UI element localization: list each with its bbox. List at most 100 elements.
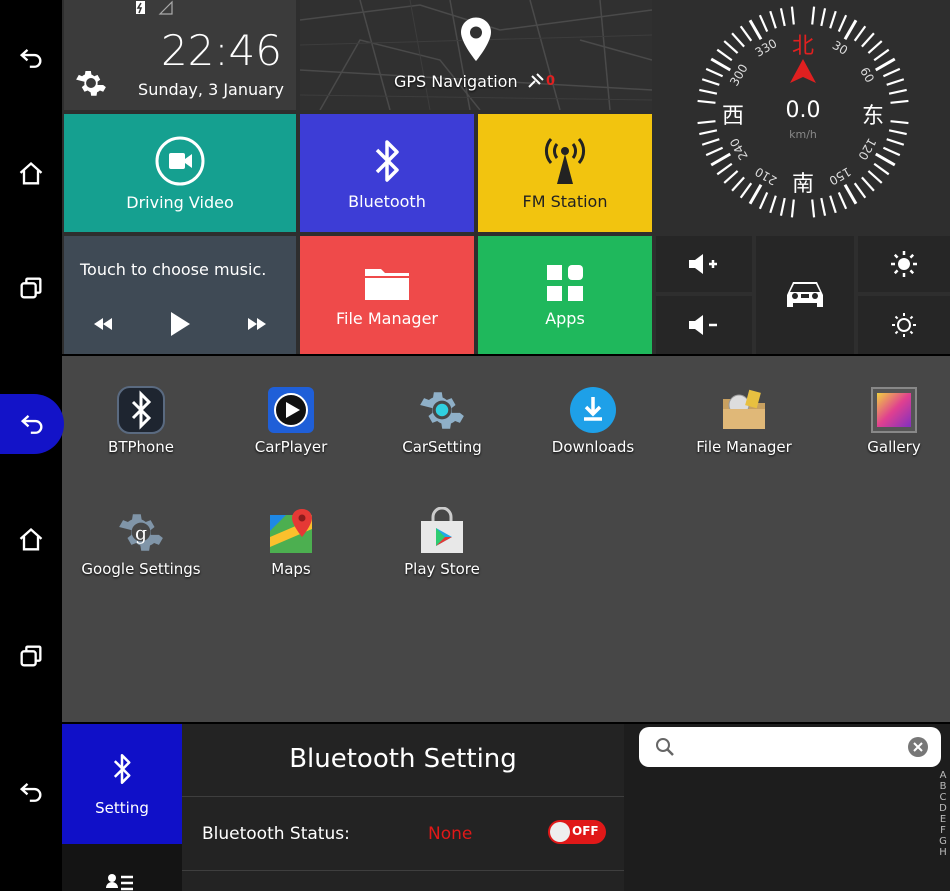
file-manager-icon [718, 384, 770, 436]
radio-tower-icon [544, 137, 586, 184]
compass-tick [811, 6, 816, 25]
volume-down-button[interactable] [656, 296, 752, 354]
compass-degree-label: 150 [827, 164, 854, 188]
alphabet-letter[interactable]: D [938, 803, 948, 814]
app-google-settings[interactable]: g Google Settings [81, 506, 201, 578]
alphabet-letter[interactable]: A [938, 770, 948, 781]
alphabet-letter[interactable]: B [938, 781, 948, 792]
compass-tick [710, 152, 732, 167]
volume-up-button[interactable] [656, 236, 752, 292]
compass-degree-label: 300 [727, 62, 751, 89]
compass-tick [739, 182, 753, 199]
svg-text:g: g [135, 523, 147, 544]
app-carsetting[interactable]: CarSetting [382, 384, 502, 456]
app-label: Gallery [867, 438, 921, 456]
compass-tick [790, 6, 795, 25]
bt-setting-tab[interactable]: Setting [62, 724, 182, 844]
compass-tick [716, 48, 733, 62]
app-carplayer[interactable]: CarPlayer [231, 384, 351, 456]
volume-up-icon [689, 254, 717, 274]
back-button[interactable] [0, 394, 64, 454]
speed-unit: km/h [789, 128, 817, 141]
compass-tick [829, 10, 837, 29]
compass-degree-label: 210 [753, 164, 780, 188]
back-button[interactable] [0, 762, 62, 822]
file-manager-tile[interactable]: File Manager [300, 236, 474, 354]
compass-tick [882, 67, 901, 78]
contacts-list-icon[interactable] [106, 872, 134, 891]
app-label: CarPlayer [254, 438, 328, 456]
location-pin-icon [461, 17, 491, 61]
app-gallery[interactable]: Gallery [834, 384, 950, 456]
alphabet-letter[interactable]: G [938, 836, 948, 847]
fm-station-label: FM Station [522, 191, 608, 211]
compass-tick [769, 195, 777, 214]
download-icon [567, 384, 619, 436]
compass-degree-label: 330 [753, 36, 780, 60]
compass-tick [820, 8, 827, 27]
previous-track-icon[interactable] [92, 316, 114, 332]
back-button[interactable] [0, 28, 62, 88]
driving-video-tile[interactable]: Driving Video [64, 114, 296, 232]
compass-tick [716, 162, 733, 176]
bluetooth-tile[interactable]: Bluetooth [300, 114, 474, 232]
compass-tick [731, 176, 745, 192]
bluetooth-icon [113, 754, 131, 784]
gps-navigation-tile[interactable]: GPS Navigation 0 [300, 0, 652, 110]
nav-bar [0, 724, 62, 891]
bt-toggle[interactable]: OFF [548, 820, 606, 844]
app-play-store[interactable]: Play Store [382, 506, 502, 578]
next-track-icon[interactable] [246, 316, 268, 332]
satellite-icon [528, 73, 544, 88]
alphabet-letter[interactable]: H [938, 847, 948, 858]
app-file-manager[interactable]: File Manager [684, 384, 804, 456]
home-button[interactable] [0, 144, 62, 204]
compass-tick [758, 191, 769, 210]
compass-west: 西 [721, 104, 744, 129]
fm-station-tile[interactable]: FM Station [478, 114, 652, 232]
play-icon[interactable] [168, 310, 192, 338]
compass-tick [820, 197, 827, 216]
bluetooth-icon [375, 139, 399, 182]
home-button[interactable] [0, 510, 62, 570]
app-downloads[interactable]: Downloads [533, 384, 653, 456]
home-icon [19, 527, 43, 551]
car-mode-button[interactable] [756, 236, 854, 354]
compass-tick [699, 88, 718, 95]
recent-apps-button[interactable] [0, 258, 62, 318]
clear-search-icon[interactable] [907, 736, 929, 758]
bluetooth-label: Bluetooth [348, 191, 426, 211]
recent-apps-button[interactable] [0, 626, 62, 686]
compass-tick [779, 8, 786, 27]
alphabet-index[interactable]: ABCDEFGH [938, 770, 948, 858]
alphabet-letter[interactable]: C [938, 792, 948, 803]
alphabet-letter[interactable]: E [938, 814, 948, 825]
divider [182, 796, 624, 797]
app-maps[interactable]: Maps [231, 506, 351, 578]
compass-tick [723, 40, 739, 54]
settings-gear-icon[interactable] [74, 66, 108, 100]
compass-tick [861, 32, 875, 48]
brightness-up-button[interactable] [858, 236, 950, 292]
compass-tick [758, 14, 769, 33]
google-settings-icon: g [115, 506, 167, 558]
alphabet-letter[interactable]: F [938, 825, 948, 836]
app-label: Maps [271, 560, 311, 578]
compass-tick [874, 152, 896, 167]
compass-widget[interactable]: 30 60 120 150 210 240 300 330 0.0 km/h 北 南 东 西 [656, 0, 950, 232]
apps-label: Apps [545, 308, 585, 328]
compass-tick [710, 57, 732, 72]
app-btphone[interactable]: BTPhone [81, 384, 201, 456]
recent-apps-icon [20, 645, 42, 667]
brightness-down-button[interactable] [858, 296, 950, 354]
back-icon [19, 48, 42, 68]
music-player-tile[interactable]: Touch to choose music. [64, 236, 296, 354]
bt-settings-panel: Bluetooth Setting Bluetooth Status: None… [182, 724, 624, 891]
contact-search-input[interactable] [639, 727, 941, 767]
clock-widget[interactable]: 22:46 Sunday, 3 January [64, 0, 296, 110]
compass-tick [731, 32, 745, 48]
apps-tile[interactable]: Apps [478, 236, 652, 354]
play-store-icon [416, 506, 468, 558]
app-drawer: BTPhone CarPlayer CarSetting Downloads F… [0, 356, 950, 722]
back-icon [20, 414, 43, 434]
